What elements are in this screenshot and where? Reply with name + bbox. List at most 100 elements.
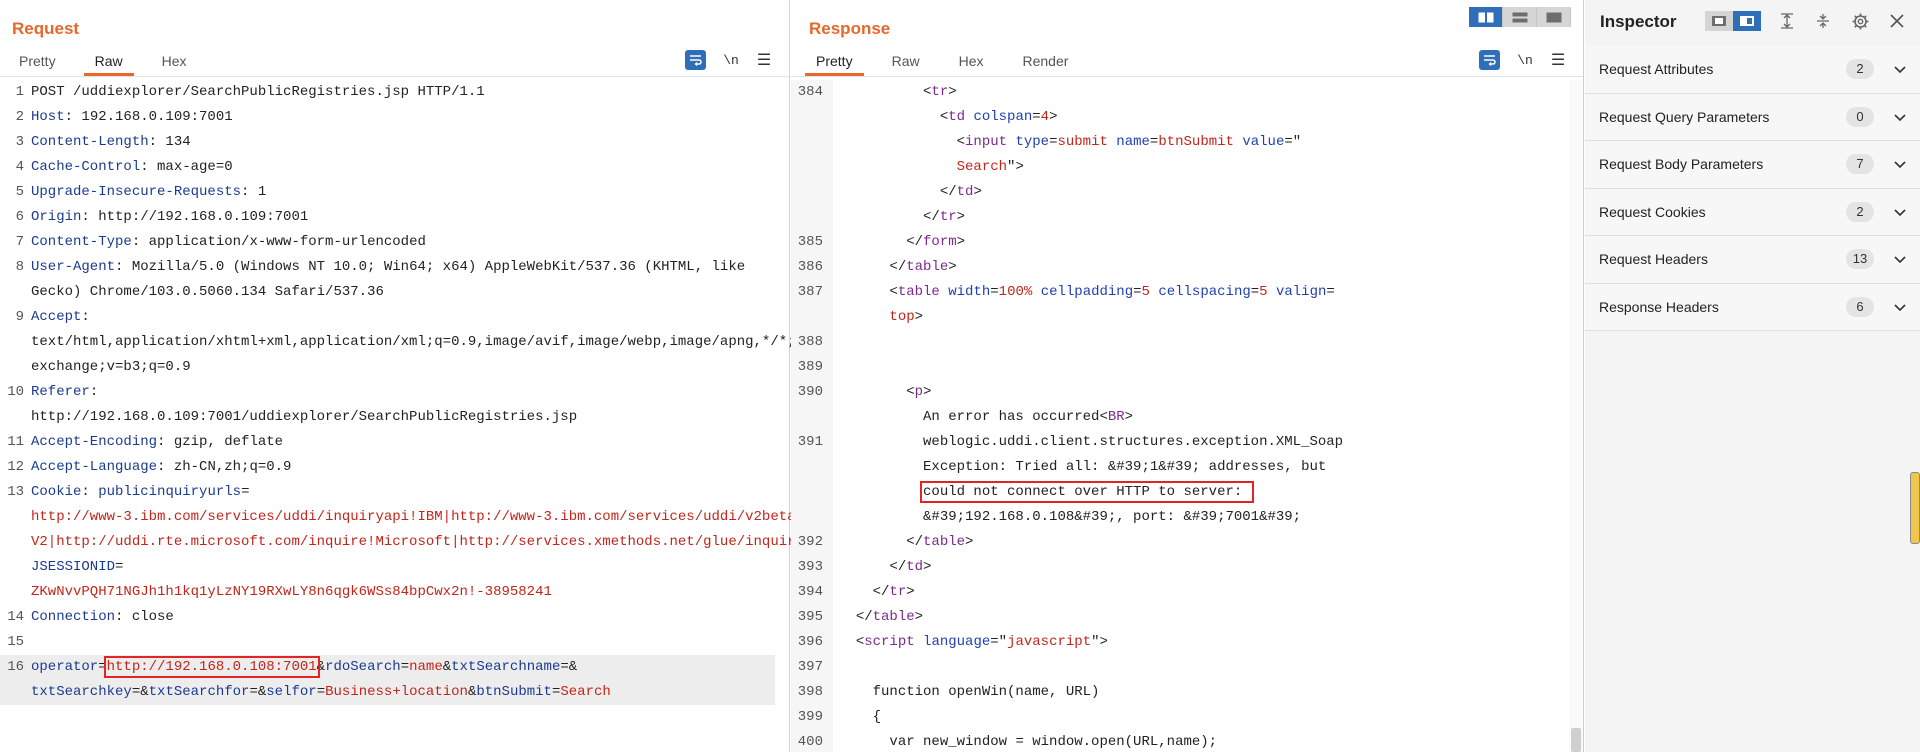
request-code-line[interactable]: 6 Origin: http://192.168.0.109:7001: [0, 205, 775, 230]
inspector-list-layout-icon[interactable]: [1705, 11, 1733, 31]
request-code-line[interactable]: 15: [0, 630, 775, 655]
request-code-line[interactable]: 16 operator=http://192.168.0.108:7001&rdo…: [0, 655, 775, 705]
response-tab-raw[interactable]: Raw: [881, 52, 931, 76]
line-code: </tr>: [827, 580, 1569, 605]
expand-all-icon[interactable]: [1777, 11, 1797, 31]
code-token: ">: [1091, 634, 1108, 650]
wrap-lines-icon[interactable]: [1479, 50, 1500, 70]
line-code: </table>: [827, 255, 1569, 280]
code-token: <: [839, 84, 932, 100]
response-code-line[interactable]: 394 </tr>: [791, 580, 1569, 605]
response-code-line[interactable]: 395 </table>: [791, 605, 1569, 630]
request-code-line[interactable]: 10 Referer: http://192.168.0.109:7001/udd…: [0, 380, 775, 430]
response-code-line[interactable]: 392 </table>: [791, 530, 1569, 555]
request-code-line[interactable]: 3 Content-Length: 134: [0, 130, 775, 155]
inspector-sections: Request Attributes 2 Request Query Paramet…: [1585, 46, 1920, 331]
response-code-line[interactable]: 400 var new_window = window.open(URL,nam…: [791, 730, 1569, 752]
code-token: <: [839, 384, 915, 400]
response-code-line[interactable]: 385 </form>: [791, 230, 1569, 255]
hamburger-menu-icon[interactable]: ☰: [755, 50, 773, 70]
line-code: [827, 655, 1569, 680]
gear-icon[interactable]: [1850, 11, 1870, 31]
line-number: 390: [797, 384, 823, 400]
response-code-line[interactable]: 384 <tr> <td colspan=4> <input type=subm…: [791, 80, 1569, 230]
inspector-section-request-attributes[interactable]: Request Attributes 2: [1585, 46, 1920, 94]
close-icon[interactable]: [1887, 11, 1907, 31]
response-code-line[interactable]: 398 function openWin(name, URL): [791, 680, 1569, 705]
request-code-line[interactable]: 12 Accept-Language: zh-CN,zh;q=0.9: [0, 455, 775, 480]
response-tab-pretty[interactable]: Pretty: [805, 52, 864, 76]
request-code-line[interactable]: 11 Accept-Encoding: gzip, deflate: [0, 430, 775, 455]
response-code-line[interactable]: 387 <table width=100% cellpadding=5 cell…: [791, 280, 1569, 330]
chevron-down-icon[interactable]: [1892, 299, 1908, 315]
request-code-line[interactable]: 4 Cache-Control: max-age=0: [0, 155, 775, 180]
chevron-down-icon[interactable]: [1892, 61, 1908, 77]
chevron-down-icon[interactable]: [1892, 109, 1908, 125]
request-tab-hex[interactable]: Hex: [151, 52, 198, 76]
request-code-line[interactable]: 1 POST /uddiexplorer/SearchPublicRegistri…: [0, 80, 775, 105]
chevron-down-icon[interactable]: [1892, 251, 1908, 267]
inspector-side-layout-icon[interactable]: [1733, 11, 1761, 31]
code-token: td: [906, 559, 924, 575]
response-code-line[interactable]: 391 weblogic.uddi.client.structures.exce…: [791, 430, 1569, 530]
code-token: btnSubmit: [1158, 134, 1234, 150]
code-token: : http://192.168.0.109:7001: [81, 209, 309, 225]
response-tab-render[interactable]: Render: [1012, 52, 1080, 76]
inspector-section-request-headers[interactable]: Request Headers 13: [1585, 236, 1920, 284]
inspector-section-response-headers[interactable]: Response Headers 6: [1585, 283, 1920, 331]
code-token: : zh-CN,zh;q=0.9: [157, 459, 292, 475]
wrap-lines-icon[interactable]: [685, 50, 706, 70]
code-token: 5: [1259, 284, 1268, 300]
response-code-line[interactable]: 399 {: [791, 705, 1569, 730]
code-token: Search: [956, 159, 1008, 175]
request-tabs: Pretty Raw Hex: [8, 52, 215, 76]
response-title: Response: [809, 19, 891, 38]
tabs-layout-icon[interactable]: [1537, 7, 1571, 27]
code-token: tr: [889, 584, 907, 600]
response-code-line[interactable]: 389: [791, 355, 1569, 380]
code-token: 5: [1141, 284, 1150, 300]
request-code-line[interactable]: 13 Cookie: publicinquiryurls= http://www-…: [0, 480, 938, 605]
request-code-line[interactable]: 5 Upgrade-Insecure-Requests: 1: [0, 180, 775, 205]
response-code-line[interactable]: 396 <script language="javascript">: [791, 630, 1569, 655]
code-token: =: [1133, 284, 1142, 300]
request-editor[interactable]: 1 POST /uddiexplorer/SearchPublicRegistri…: [0, 80, 1006, 752]
line-code: [827, 355, 1569, 380]
request-code-line[interactable]: 2 Host: 192.168.0.109:7001: [0, 105, 775, 130]
response-tab-hex[interactable]: Hex: [948, 52, 995, 76]
response-scrollbar-thumb[interactable]: [1571, 728, 1581, 752]
collapse-all-icon[interactable]: [1813, 11, 1833, 31]
response-tabs: Pretty Raw Hex Render: [805, 52, 1096, 76]
chevron-down-icon[interactable]: [1892, 156, 1908, 172]
section-count-badge: 7: [1846, 154, 1874, 174]
inspector-section-request-cookies[interactable]: Request Cookies 2: [1585, 188, 1920, 236]
line-number: 396: [797, 634, 823, 650]
request-tab-pretty[interactable]: Pretty: [8, 52, 67, 76]
line-code: </form>: [827, 230, 1569, 255]
stacked-layout-icon[interactable]: [1503, 7, 1537, 27]
request-pane: Request Pretty Raw Hex \n ☰ 1 POST /uddie…: [0, 0, 1006, 752]
response-code-line[interactable]: 390 <p> An error has occurred<BR>: [791, 380, 1569, 430]
hamburger-menu-icon[interactable]: ☰: [1549, 50, 1567, 70]
request-tab-raw[interactable]: Raw: [83, 52, 134, 76]
response-code-line[interactable]: 397: [791, 655, 1569, 680]
newline-toggle-button[interactable]: \n: [1515, 50, 1535, 70]
request-code-line[interactable]: 14 Connection: close: [0, 605, 775, 630]
chevron-down-icon[interactable]: [1892, 204, 1908, 220]
newline-toggle-button[interactable]: \n: [721, 50, 741, 70]
response-code-line[interactable]: 388: [791, 330, 1569, 355]
request-code-line[interactable]: 8 User-Agent: Mozilla/5.0 (Windows NT 10.…: [0, 255, 775, 305]
line-code: Accept-Language: zh-CN,zh;q=0.9: [26, 455, 775, 480]
inspector-section-request-body-parameters[interactable]: Request Body Parameters 7: [1585, 141, 1920, 189]
minimap-indicator[interactable]: [1910, 472, 1920, 544]
response-code-line[interactable]: 393 </td>: [791, 555, 1569, 580]
response-scrollbar[interactable]: [1569, 80, 1583, 752]
request-code-line[interactable]: 9 Accept: text/html,application/xhtml+xml…: [0, 305, 1006, 380]
request-code-line[interactable]: 7 Content-Type: application/x-www-form-ur…: [0, 230, 775, 255]
response-editor[interactable]: 384 <tr> <td colspan=4> <input type=subm…: [791, 80, 1569, 752]
side-by-side-layout-icon[interactable]: [1469, 7, 1503, 27]
section-label: Request Query Parameters: [1599, 108, 1770, 125]
inspector-section-request-query-parameters[interactable]: Request Query Parameters 0: [1585, 93, 1920, 141]
response-code-line[interactable]: 386 </table>: [791, 255, 1569, 280]
